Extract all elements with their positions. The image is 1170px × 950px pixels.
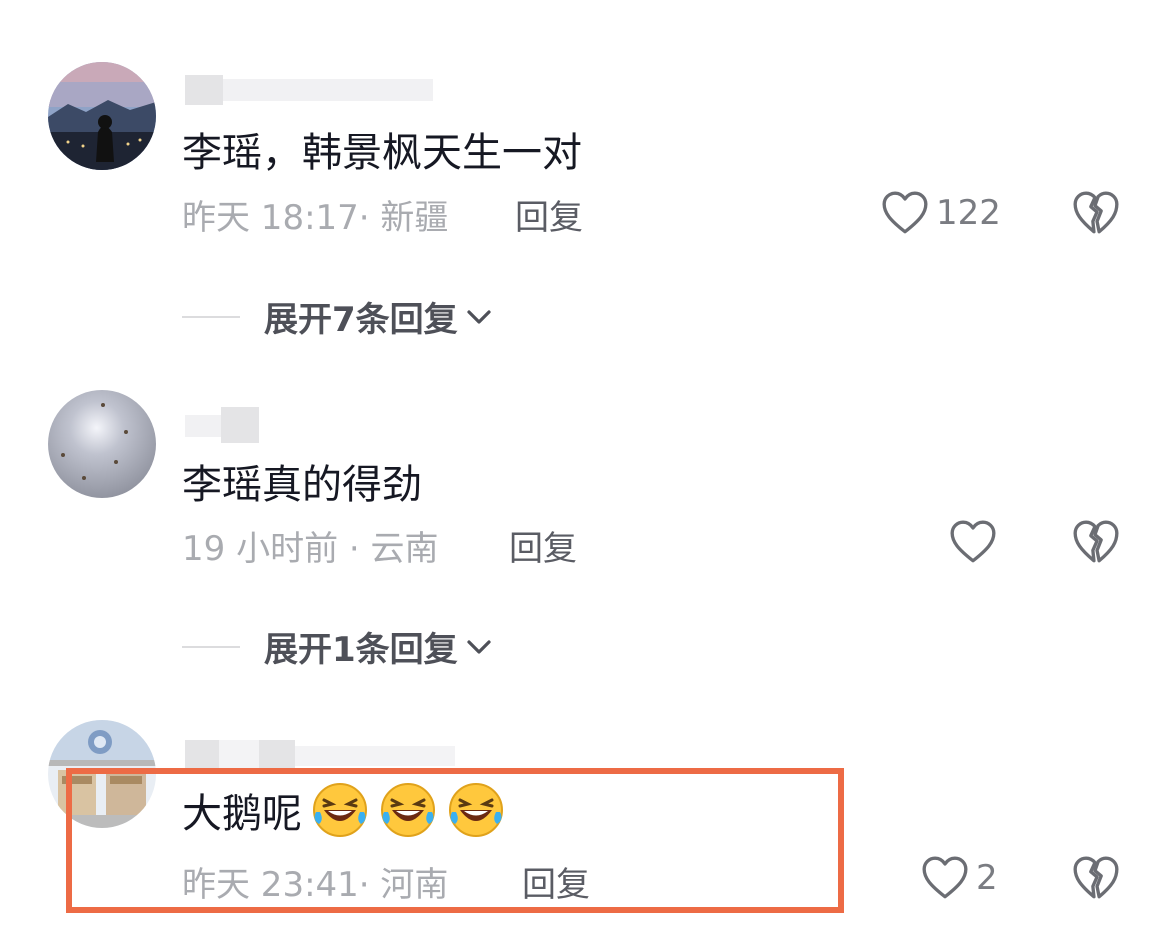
broken-heart-icon bbox=[1071, 517, 1121, 567]
chevron-down-icon bbox=[464, 632, 494, 662]
comment-meta: 昨天 18:17· 新疆 bbox=[182, 190, 448, 239]
dislike-button[interactable] bbox=[1071, 853, 1121, 907]
expand-replies-label: 展开7条回复 bbox=[264, 300, 458, 340]
chevron-down-icon bbox=[464, 302, 494, 332]
expand-replies-button[interactable]: 展开7条回复 bbox=[182, 292, 494, 341]
highlight-box bbox=[66, 768, 844, 913]
broken-heart-icon bbox=[1071, 188, 1121, 238]
heart-icon bbox=[920, 853, 970, 903]
avatar-night-landscape-image bbox=[48, 62, 156, 170]
reply-button[interactable]: 回复 bbox=[509, 521, 577, 570]
divider-line bbox=[182, 645, 240, 648]
comment-location: 云南 bbox=[370, 529, 439, 569]
comment-text: 李瑶真的得劲 bbox=[182, 462, 422, 508]
avatar[interactable] bbox=[48, 62, 156, 170]
avatar[interactable] bbox=[48, 390, 156, 498]
dislike-button[interactable] bbox=[1071, 517, 1121, 571]
comment-time: 昨天 18:17· bbox=[182, 198, 370, 238]
comment-time: 19 小时前 · bbox=[182, 529, 360, 569]
divider-line bbox=[182, 315, 240, 318]
like-button[interactable]: 2 bbox=[920, 853, 998, 903]
heart-icon bbox=[948, 517, 998, 567]
like-button[interactable]: 122 bbox=[880, 188, 1001, 238]
like-count: 122 bbox=[936, 193, 1001, 233]
dislike-button[interactable] bbox=[1071, 188, 1121, 242]
expand-replies-label: 展开1条回复 bbox=[264, 630, 458, 670]
heart-icon bbox=[880, 188, 930, 238]
like-button[interactable] bbox=[948, 517, 1004, 567]
comment-meta: 19 小时前 · 云南 bbox=[182, 521, 439, 570]
like-count: 2 bbox=[976, 858, 998, 898]
comment-text: 李瑶，韩景枫天生一对 bbox=[182, 130, 582, 176]
comment-location: 新疆 bbox=[380, 198, 449, 238]
reply-button[interactable]: 回复 bbox=[515, 190, 583, 239]
avatar-grey-sphere-image bbox=[48, 390, 156, 498]
expand-replies-button[interactable]: 展开1条回复 bbox=[182, 622, 494, 671]
broken-heart-icon bbox=[1071, 853, 1121, 903]
